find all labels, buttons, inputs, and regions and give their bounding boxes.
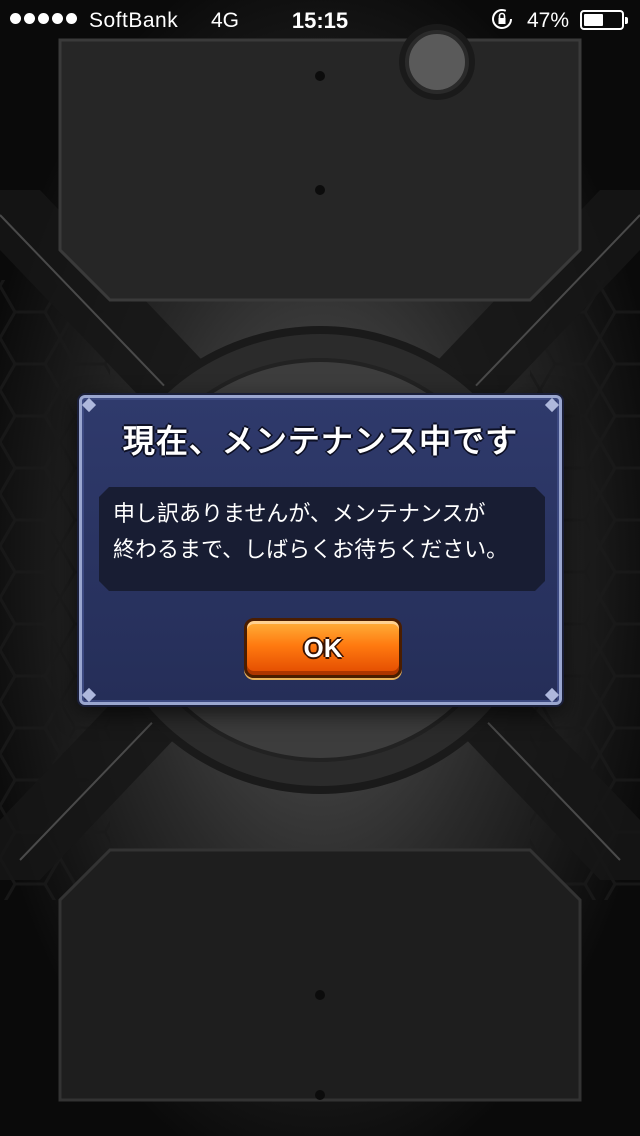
status-bar: SoftBank 4G 15:15 47% [0, 0, 640, 40]
corner-ornament [81, 397, 97, 413]
dialog-message: 申し訳ありませんが、メンテナンスが 終わるまで、しばらくお待ちください。 [99, 487, 545, 591]
ok-button-label: OK [303, 632, 343, 663]
maintenance-dialog: 現在、メンテナンス中です 申し訳ありませんが、メンテナンスが 終わるまで、しばら… [79, 395, 562, 705]
ok-button[interactable]: OK [244, 618, 402, 678]
message-line-1: 申し訳ありませんが、メンテナンスが [113, 502, 486, 527]
corner-ornament [544, 397, 560, 413]
battery-percent: 47% [527, 9, 570, 32]
orientation-lock-icon [492, 9, 512, 29]
battery-icon [580, 10, 628, 30]
corner-ornament [544, 687, 560, 703]
message-line-2: 終わるまで、しばらくお待ちください。 [113, 538, 509, 563]
dialog-title: 現在、メンテナンス中です [122, 422, 519, 460]
corner-ornament [81, 687, 97, 703]
